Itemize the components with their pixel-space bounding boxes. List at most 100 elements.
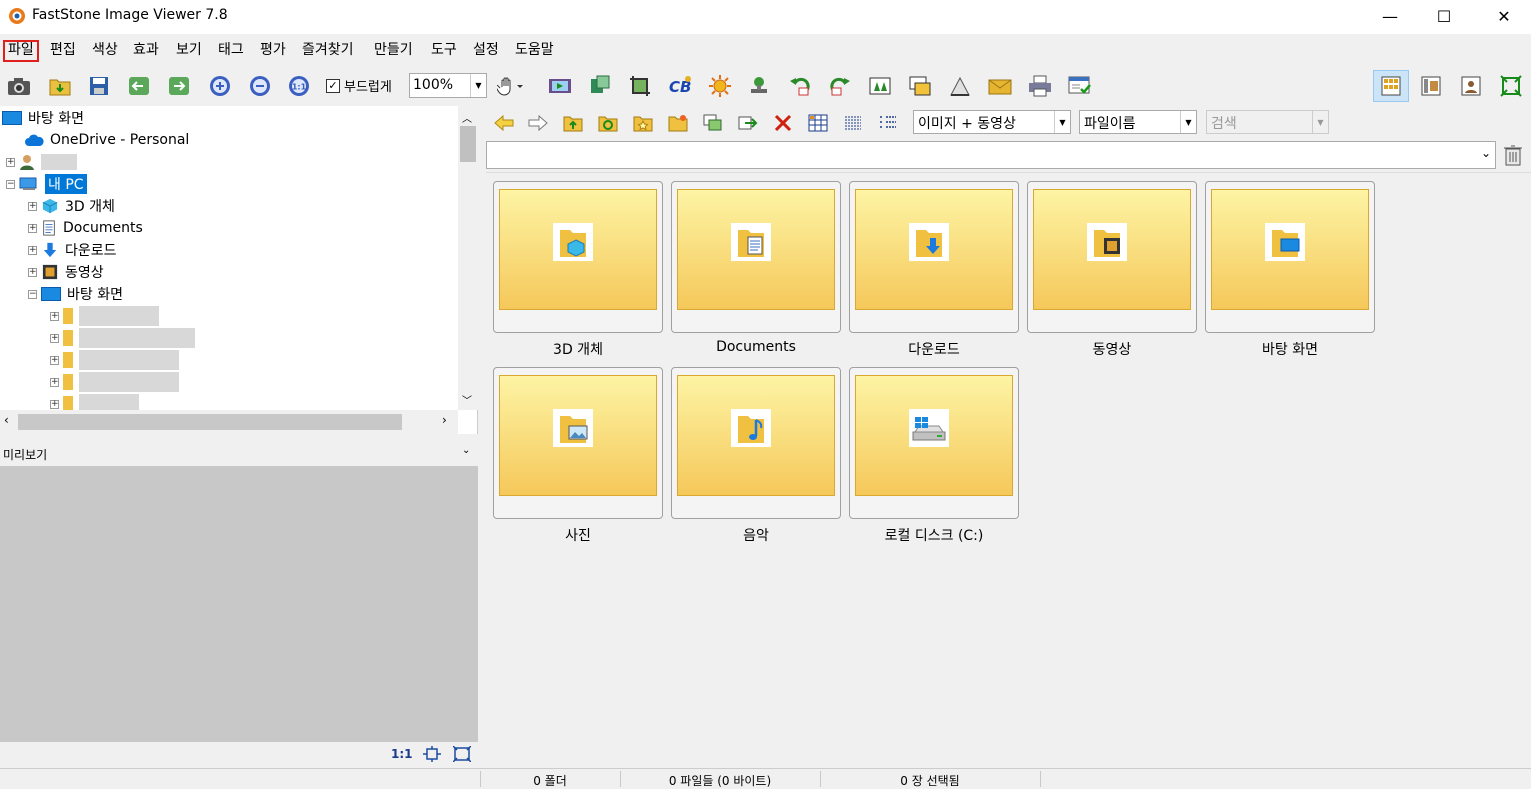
rotate-right-icon[interactable] [827, 74, 853, 98]
expand-icon[interactable]: + [28, 223, 37, 233]
expand-icon[interactable]: + [28, 245, 37, 255]
hand-pan-icon[interactable] [497, 74, 523, 98]
view-thumbnails-button[interactable] [1373, 70, 1409, 102]
menu-tools[interactable]: 도구 [428, 40, 460, 62]
scroll-down-icon[interactable]: ﹀ [462, 392, 472, 407]
folder-thumbnail[interactable] [493, 367, 663, 519]
tree-item-3d-objects[interactable]: + 3D 개체 [28, 195, 115, 217]
fullsize-icon[interactable] [453, 746, 471, 762]
ratio-button[interactable]: 1:1 [391, 747, 413, 761]
chevron-down-icon[interactable]: ▼ [1180, 111, 1196, 133]
folder-thumbnail[interactable] [671, 181, 841, 333]
move-to-icon[interactable] [736, 112, 760, 134]
large-thumbnails-icon[interactable] [806, 112, 830, 134]
tree-item-redacted[interactable]: + [50, 349, 179, 371]
tree-item-desktop[interactable]: 바탕 화면 [2, 107, 84, 129]
expand-icon[interactable]: + [50, 377, 59, 387]
minimize-button[interactable]: — [1367, 0, 1413, 32]
draw-icon[interactable] [947, 74, 973, 98]
maximize-button[interactable]: ☐ [1421, 0, 1467, 32]
collapse-icon[interactable]: − [6, 179, 15, 189]
next-icon[interactable] [166, 74, 192, 98]
tree-item-redacted[interactable]: + [50, 327, 195, 349]
chevron-down-icon[interactable]: ⌄ [1481, 146, 1491, 160]
expand-icon[interactable]: + [50, 333, 59, 343]
slideshow-icon[interactable] [547, 74, 573, 98]
refresh-folder-icon[interactable] [596, 112, 620, 134]
tree-item-redacted[interactable]: + [50, 371, 179, 393]
previous-icon[interactable] [126, 74, 152, 98]
email-icon[interactable] [987, 74, 1013, 98]
collapse-preview-icon[interactable]: ⌄ [462, 445, 470, 456]
menu-favorites[interactable]: 즐겨찾기 [299, 40, 357, 62]
scroll-thumb[interactable] [460, 126, 476, 162]
trash-icon[interactable] [1503, 144, 1523, 166]
list-view-icon[interactable] [841, 112, 865, 134]
camera-icon[interactable] [6, 74, 32, 98]
tree-item-onedrive[interactable]: OneDrive - Personal [24, 129, 189, 151]
menu-color[interactable]: 색상 [89, 40, 121, 62]
menu-effects[interactable]: 효과 [130, 40, 162, 62]
zoom-select[interactable]: 100% ▼ [409, 73, 487, 98]
tree-item-desktop-2[interactable]: − 바탕 화면 [28, 283, 123, 305]
delete-icon[interactable] [771, 112, 795, 134]
file-type-filter[interactable]: 이미지 + 동영상 ▼ [913, 110, 1071, 134]
flip-icon[interactable] [867, 74, 893, 98]
scroll-thumb[interactable] [18, 414, 402, 430]
menu-create[interactable]: 만들기 [371, 40, 416, 62]
expand-icon[interactable]: + [50, 399, 59, 409]
tree-item-documents[interactable]: + Documents [28, 217, 143, 239]
stamp-icon[interactable] [746, 74, 772, 98]
copy-to-icon[interactable] [701, 112, 725, 134]
rotate-left-icon[interactable] [787, 74, 813, 98]
collapse-icon[interactable]: − [28, 289, 37, 299]
close-button[interactable]: ✕ [1481, 0, 1527, 32]
folder-thumbnail[interactable] [1027, 181, 1197, 333]
tree-item-mypc[interactable]: − 내 PC [6, 173, 87, 195]
expand-icon[interactable]: + [6, 157, 15, 167]
expand-icon[interactable]: + [50, 355, 59, 365]
actual-size-icon[interactable]: 1:1 [286, 74, 312, 98]
folder-thumbnail[interactable] [493, 181, 663, 333]
path-input[interactable]: ⌄ [486, 141, 1496, 169]
panel-splitter[interactable] [478, 106, 486, 768]
menu-view[interactable]: 보기 [173, 40, 205, 62]
fullscreen-button[interactable] [1493, 70, 1529, 102]
folder-thumbnail[interactable] [671, 367, 841, 519]
properties-icon[interactable] [1067, 74, 1093, 98]
view-single-button[interactable] [1453, 70, 1489, 102]
tree-item-redacted[interactable]: + [50, 305, 159, 327]
smooth-option[interactable]: ✓ 부드럽게 [326, 76, 392, 95]
color-balance-icon[interactable]: CB [667, 74, 693, 98]
expand-icon[interactable]: + [28, 267, 37, 277]
print-icon[interactable] [1027, 74, 1053, 98]
details-view-icon[interactable] [876, 112, 900, 134]
scroll-up-icon[interactable]: ︿ [462, 110, 472, 125]
brightness-icon[interactable] [707, 74, 733, 98]
expand-icon[interactable]: + [50, 311, 59, 321]
view-preview-button[interactable] [1413, 70, 1449, 102]
menu-settings[interactable]: 설정 [470, 40, 502, 62]
tree-horizontal-scrollbar[interactable]: ‹ › [0, 410, 458, 434]
zoom-out-icon[interactable] [247, 74, 273, 98]
open-folder-icon[interactable] [47, 74, 73, 98]
crop-icon[interactable] [627, 74, 653, 98]
drive-thumbnail[interactable] [849, 367, 1019, 519]
chevron-down-icon[interactable]: ▼ [1054, 111, 1070, 133]
menu-edit[interactable]: 편집 [47, 40, 79, 62]
sort-select[interactable]: 파일이름 ▼ [1079, 110, 1197, 134]
up-folder-icon[interactable] [561, 112, 585, 134]
scroll-right-icon[interactable]: › [442, 413, 447, 427]
resize-icon[interactable] [587, 74, 613, 98]
folder-thumbnail[interactable] [849, 181, 1019, 333]
back-arrow-icon[interactable] [492, 112, 516, 134]
fit-icon[interactable] [423, 746, 441, 762]
compare-icon[interactable] [907, 74, 933, 98]
tree-item-user[interactable]: + [6, 151, 77, 173]
chevron-down-icon[interactable]: ▼ [470, 74, 486, 97]
tree-item-downloads[interactable]: + 다운로드 [28, 239, 117, 261]
folder-thumbnail[interactable] [1205, 181, 1375, 333]
scroll-left-icon[interactable]: ‹ [4, 413, 9, 427]
menu-rating[interactable]: 평가 [257, 40, 289, 62]
forward-arrow-icon[interactable] [526, 112, 550, 134]
